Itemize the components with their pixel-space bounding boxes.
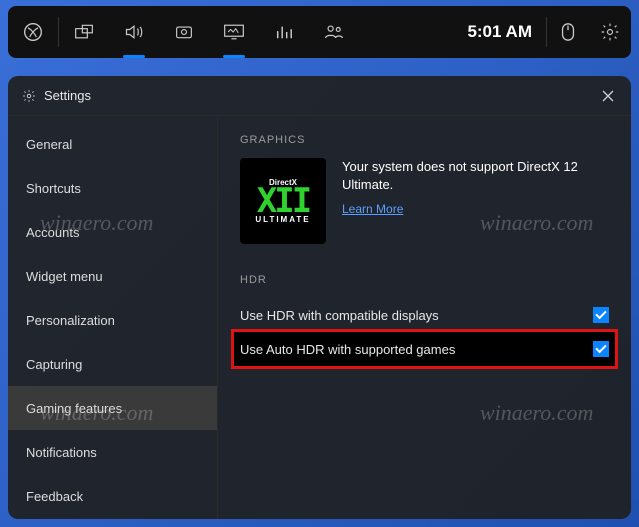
dx-tile-bot: ULTIMATE	[255, 215, 310, 224]
sidebar-notifications[interactable]: Notifications	[8, 430, 217, 474]
monitor-icon	[223, 23, 245, 41]
settings-header: Settings	[8, 76, 631, 116]
auto-hdr-row[interactable]: Use Auto HDR with supported games	[234, 332, 615, 366]
graphics-message: Your system does not support DirectX 12 …	[342, 158, 609, 244]
sidebar-general[interactable]: General	[8, 122, 217, 166]
settings-title: Settings	[44, 88, 91, 103]
directx-tile: DirectX XII ULTIMATE	[240, 158, 326, 244]
sidebar-accounts[interactable]: Accounts	[8, 210, 217, 254]
settings-body: General Shortcuts Accounts Widget menu P…	[8, 116, 631, 519]
sidebar-personalization[interactable]: Personalization	[8, 298, 217, 342]
game-bar-topbar: 5:01 AM	[8, 6, 631, 58]
xbox-icon	[23, 22, 43, 42]
gear-icon	[22, 89, 36, 103]
widgets-icon	[74, 23, 94, 41]
close-button[interactable]	[599, 87, 617, 105]
settings-sidebar: General Shortcuts Accounts Widget menu P…	[8, 116, 218, 519]
topbar-performance[interactable]	[209, 6, 259, 58]
hdr-compatible-row[interactable]: Use HDR with compatible displays	[240, 298, 609, 332]
people-icon	[323, 23, 345, 41]
settings-content: GRAPHICS DirectX XII ULTIMATE Your syste…	[218, 116, 631, 519]
camera-icon	[174, 23, 194, 41]
close-icon	[601, 89, 615, 103]
graphics-section-label: GRAPHICS	[240, 134, 609, 146]
auto-hdr-label: Use Auto HDR with supported games	[240, 342, 455, 357]
sidebar-feedback[interactable]: Feedback	[8, 474, 217, 518]
topbar-resources[interactable]	[259, 6, 309, 58]
gear-icon	[600, 22, 620, 42]
sidebar-widget-menu[interactable]: Widget menu	[8, 254, 217, 298]
speaker-icon	[123, 22, 145, 42]
topbar-mouse[interactable]	[547, 6, 589, 58]
auto-hdr-checkbox[interactable]	[593, 341, 609, 357]
hdr-compatible-label: Use HDR with compatible displays	[240, 308, 439, 323]
mouse-icon	[560, 22, 576, 42]
hdr-section-label: HDR	[240, 274, 609, 286]
sidebar-capturing[interactable]: Capturing	[8, 342, 217, 386]
graphics-msg-line2: Ultimate.	[342, 177, 393, 192]
dx-tile-mid: XII	[257, 187, 309, 215]
bars-icon	[275, 23, 293, 41]
learn-more-link[interactable]: Learn More	[342, 201, 403, 217]
topbar-settings[interactable]	[589, 6, 631, 58]
topbar-capture[interactable]	[159, 6, 209, 58]
topbar-widgets[interactable]	[59, 6, 109, 58]
sidebar-gaming-features[interactable]: Gaming features	[8, 386, 217, 430]
settings-panel: Settings General Shortcuts Accounts Widg…	[8, 76, 631, 519]
topbar-social[interactable]	[309, 6, 359, 58]
sidebar-shortcuts[interactable]: Shortcuts	[8, 166, 217, 210]
topbar-clock: 5:01 AM	[453, 22, 546, 42]
graphics-row: DirectX XII ULTIMATE Your system does no…	[240, 158, 609, 244]
topbar-xbox[interactable]	[8, 6, 58, 58]
topbar-audio[interactable]	[109, 6, 159, 58]
hdr-compatible-checkbox[interactable]	[593, 307, 609, 323]
graphics-msg-line1: Your system does not support DirectX 12	[342, 159, 578, 174]
